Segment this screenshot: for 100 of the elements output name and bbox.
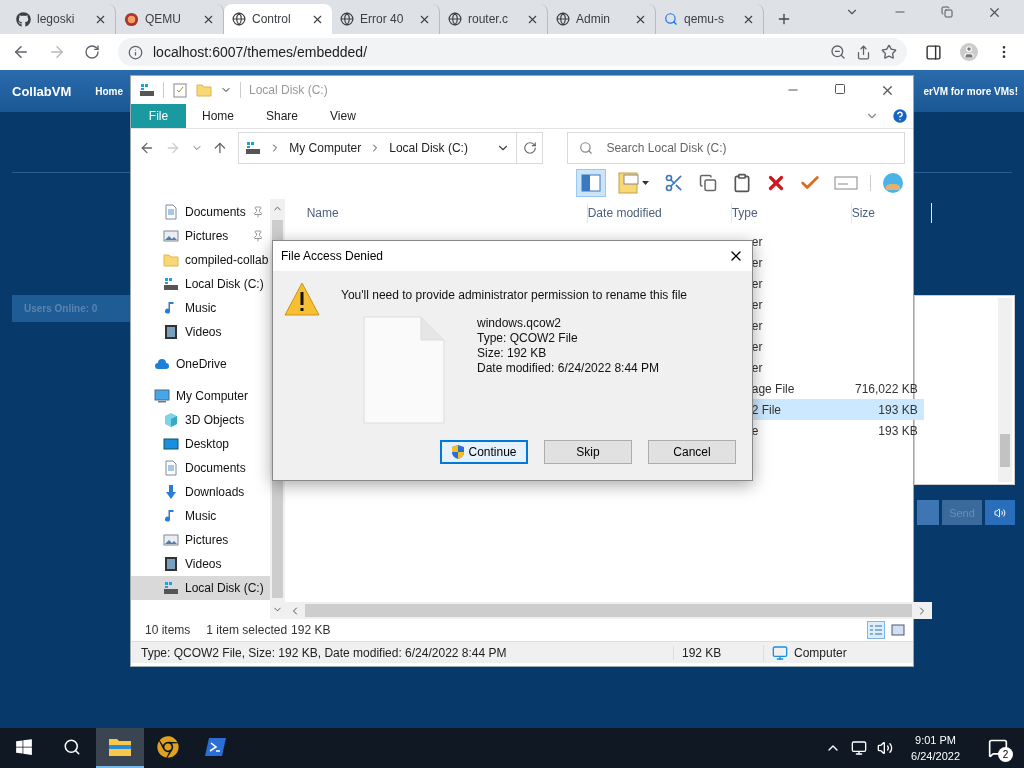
file-detail: windows.qcow2 (477, 316, 563, 331)
ribbon-tab[interactable]: Share (250, 104, 315, 128)
folder-icon (196, 82, 212, 98)
nav-item[interactable]: Local Disk (C:) (131, 576, 270, 600)
folder-icon (163, 252, 179, 268)
powershell-icon (205, 737, 227, 757)
dialog-message: You'll need to provide administrator permission to rename this file (341, 287, 689, 302)
cube-icon (163, 412, 179, 428)
dialog-button[interactable]: Skip (544, 440, 632, 464)
nav-item[interactable]: compiled-collab (131, 248, 270, 272)
network-icon[interactable] (851, 740, 868, 756)
size-cell-text: 193 KB (877, 402, 919, 417)
picture-icon (163, 228, 179, 244)
picture-icon (163, 532, 179, 548)
globe-icon (556, 12, 570, 26)
chat-input[interactable] (917, 500, 939, 525)
ribbon-tab[interactable]: Home (186, 104, 250, 128)
size-cell-text: 193 KB (877, 423, 919, 438)
profile-icon[interactable] (960, 43, 978, 61)
restore-icon[interactable] (941, 6, 953, 18)
bookmark-star-icon[interactable] (881, 44, 897, 60)
disk-icon (163, 276, 179, 292)
column-header[interactable]: Date modified (587, 203, 732, 223)
column-header[interactable]: Type (731, 203, 852, 223)
nav-item[interactable]: Documents (131, 456, 270, 480)
disk-icon (245, 140, 262, 156)
copy-icon (699, 174, 717, 192)
pane-icon (581, 174, 601, 192)
address-bar[interactable]: localhost:6007/themes/embedded/ (118, 38, 907, 66)
nav-item[interactable]: Pictures (131, 224, 270, 248)
scissors-icon (664, 173, 684, 193)
search-field[interactable]: Search Local Disk (C:) (567, 132, 905, 164)
nav-item[interactable]: 3D Objects (131, 408, 270, 432)
nav-item[interactable]: OneDrive (131, 352, 270, 376)
nav-item[interactable]: My Computer (131, 384, 270, 408)
cloud-icon (154, 356, 170, 372)
nav-item[interactable]: Music (131, 296, 270, 320)
item-count: 10 items (145, 623, 191, 637)
status-location: Computer (763, 644, 913, 661)
search-icon (63, 738, 81, 756)
column-header[interactable]: Name (306, 203, 588, 223)
reload-icon[interactable] (84, 44, 100, 60)
address-field[interactable]: My Computer Local Disk (C:) (238, 132, 517, 164)
scroll-thumb[interactable] (1000, 434, 1010, 467)
share-icon[interactable] (856, 44, 871, 60)
nav-item[interactable]: Downloads (131, 480, 270, 504)
disk-icon (163, 580, 179, 596)
column-header[interactable]: Size (851, 203, 932, 223)
nav-item[interactable]: Local Disk (C:) (131, 272, 270, 296)
back-icon[interactable] (12, 43, 30, 61)
browser-tab[interactable]: Control (224, 4, 332, 34)
shield-icon (451, 444, 466, 460)
monitor-icon (154, 388, 170, 404)
volume-icon[interactable] (877, 740, 894, 756)
back-icon[interactable] (139, 140, 155, 156)
new-tab-icon[interactable] (776, 11, 792, 27)
message-icon (988, 738, 1008, 758)
taskbar-app[interactable] (96, 728, 144, 768)
notifications-button[interactable]: 2 (978, 728, 1018, 768)
scroll-thumb[interactable] (304, 604, 912, 617)
clipboard-icon (732, 173, 752, 193)
refresh-icon (522, 141, 537, 155)
folder-icon (108, 737, 132, 757)
nav-item[interactable]: Videos (131, 552, 270, 576)
film-icon (163, 556, 179, 572)
users-online-panel: Users Online: 0 (12, 295, 130, 322)
notification-count: 2 (998, 747, 1013, 762)
dialog-button[interactable]: Continue (440, 440, 528, 464)
help-icon[interactable] (891, 107, 909, 125)
search-icon (664, 12, 678, 26)
document-icon (163, 204, 179, 220)
side-panel-icon[interactable] (925, 43, 942, 61)
nav-item[interactable]: Pictures (131, 528, 270, 552)
windows-logo-icon (15, 738, 33, 756)
globe-icon (232, 12, 246, 26)
brand-name: CollabVM (12, 83, 72, 99)
folder-properties-icon (618, 172, 650, 194)
nav-link[interactable]: Home (95, 85, 124, 97)
nav-item[interactable]: Desktop (131, 432, 270, 456)
details-icon (869, 624, 883, 636)
nav-item[interactable]: Documents (131, 200, 270, 224)
file-icon (363, 316, 445, 424)
thumbnail-view-button[interactable] (889, 621, 907, 639)
zoom-out-icon[interactable] (830, 44, 846, 60)
refresh-button[interactable] (516, 132, 544, 164)
ribbon-tab[interactable]: View (314, 104, 372, 128)
size-cell-text: 716,022 KB (854, 381, 919, 396)
status-size: 192 KB (673, 645, 763, 660)
nav-item[interactable]: Music (131, 504, 270, 528)
preview-pane-button[interactable] (576, 169, 606, 197)
globe-icon (448, 12, 462, 26)
maximize-icon[interactable] (834, 82, 846, 95)
nav-item[interactable]: Videos (131, 320, 270, 344)
volume-button[interactable] (985, 500, 1015, 525)
info-icon (128, 44, 143, 60)
file-detail: Type: QCOW2 File (477, 331, 579, 346)
selection-size: 192 KB (291, 623, 331, 637)
clock[interactable]: 9:01 PM 6/24/2022 (903, 732, 968, 764)
envelope-icon (834, 175, 858, 191)
dialog-button[interactable]: Cancel (648, 440, 736, 464)
